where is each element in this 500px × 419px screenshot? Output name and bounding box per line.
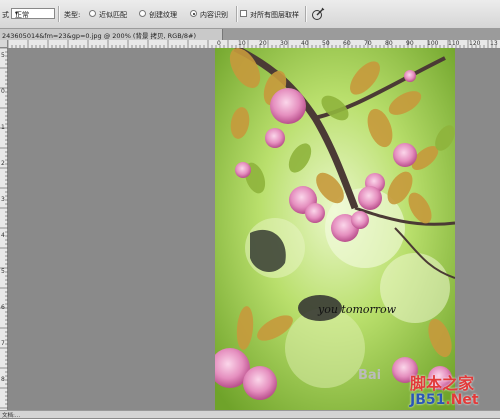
canvas-image[interactable]: you tomorrow [215,48,455,410]
radio-content-aware-label[interactable]: 内容识别 [200,10,228,20]
vertical-ruler[interactable]: 5 0 1 2 3 4 5 6 7 8 [0,48,8,411]
ruler-label: 120 [469,40,481,47]
chevron-down-icon: ▾ [15,10,19,17]
ruler-label: 30 [280,40,288,47]
watermark-site-suffix: .Net [445,392,479,408]
watermark-logo: Bai [358,368,382,383]
ruler-label: 110 [448,40,460,47]
watermark-site-prefix: JB51 [410,392,446,408]
watermark-site: JB51.Net [410,392,479,408]
ruler-label: 40 [301,40,309,47]
type-label: 类型: [64,11,81,19]
divider [305,6,307,22]
ruler-label: 0 [217,40,221,47]
cherry-blossom-photo [215,48,455,410]
radio-proximity-match[interactable] [89,10,96,17]
ruler-label: 70 [364,40,372,47]
ruler-label: 5 [1,52,5,59]
ruler-label: 2 [1,160,5,167]
ruler-label: 100 [427,40,439,47]
pressure-brush-icon[interactable] [311,7,325,21]
ruler-label: 20 [259,40,267,47]
mode-label: 式 [2,11,9,19]
divider [58,6,60,22]
ruler-label: 1 [1,124,5,131]
radio-create-texture[interactable] [139,10,146,17]
ruler-label: 80 [385,40,393,47]
radio-create-texture-label[interactable]: 创建纹理 [149,10,177,20]
ruler-label: 60 [343,40,351,47]
divider [236,6,238,22]
mode-select[interactable]: 正常 ▾ [11,8,55,19]
options-bar: 式 正常 ▾ 类型: 近似匹配 创建纹理 内容识别 对所有图层取样 [0,0,500,29]
ruler-label: 7 [1,340,5,347]
radio-content-aware[interactable] [190,10,197,17]
ruler-origin[interactable] [0,40,8,48]
ruler-label: 10 [238,40,246,47]
sample-all-layers-label[interactable]: 对所有图层取样 [250,10,299,20]
ruler-label: 4 [1,232,5,239]
ruler-label: 5 [1,268,5,275]
ruler-ticks [0,48,8,409]
document-tab-title: 243605014&fm=23&gp=0.jpg @ 200% (背景 拷贝, … [2,32,196,40]
sample-all-layers-checkbox[interactable] [240,10,247,17]
overlay-text: you tomorrow [318,303,397,316]
ruler-label: 8 [1,376,5,383]
ruler-label: 13 [490,40,498,47]
status-text: 文档:... [2,413,21,419]
watermark-brand: 脚本之家 [410,374,475,393]
ruler-label: 3 [1,196,5,203]
ruler-label: 50 [322,40,330,47]
document-tab[interactable]: 243605014&fm=23&gp=0.jpg @ 200% (背景 拷贝, … [0,29,223,40]
ruler-label: 0 [1,88,5,95]
ruler-label: 6 [1,304,5,311]
ruler-label: 90 [406,40,414,47]
radio-proximity-match-label[interactable]: 近似匹配 [99,10,127,20]
